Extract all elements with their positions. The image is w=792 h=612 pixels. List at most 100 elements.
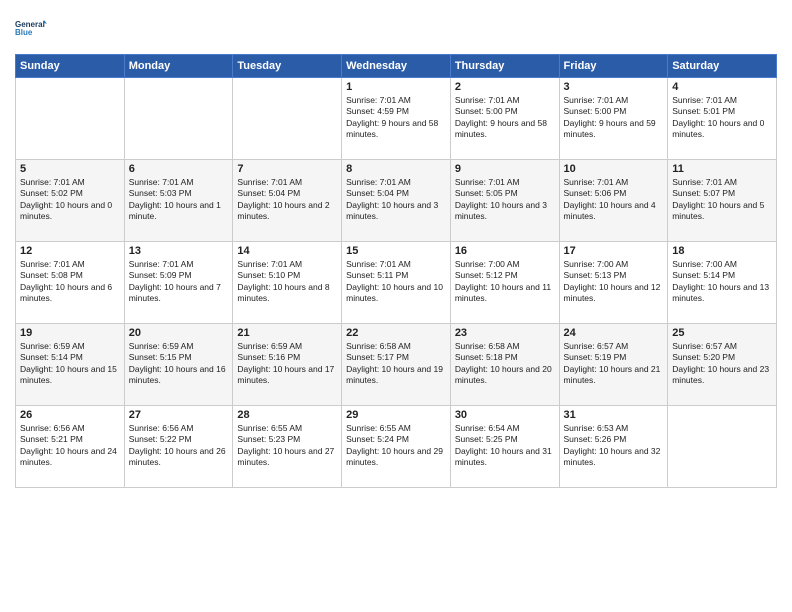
sunrise: Sunrise: 7:01 AM: [346, 95, 411, 105]
sunset: Sunset: 5:22 PM: [129, 434, 192, 444]
calendar-cell: 24Sunrise: 6:57 AMSunset: 5:19 PMDayligh…: [559, 324, 668, 406]
calendar-cell: 19 Sunrise: 6:59 AMSunset: 5:14 PM Dayligh…: [16, 324, 125, 406]
logo: General Blue: [15, 10, 47, 46]
sunset: Sunset: 5:19 PM: [564, 352, 627, 362]
daylight-hours: Daylight: 10 hours and 19 minutes.: [346, 364, 443, 385]
header-tuesday: Tuesday: [233, 55, 342, 78]
week-row-2: 5Sunrise: 7:01 AMSunset: 5:02 PMDaylight…: [16, 160, 777, 242]
cell-content: Sunrise: 7:01 AMSunset: 5:07 PMDaylight:…: [672, 177, 772, 223]
cell-content: Sunrise: 7:00 AMSunset: 5:13 PMDaylight:…: [564, 259, 664, 305]
day-number: 18: [672, 245, 772, 257]
calendar-cell: 3 Sunrise: 7:01 AMSunset: 5:00 PMDaylight…: [559, 78, 668, 160]
page: General Blue SundayMondayTuesdayWednesda…: [0, 0, 792, 612]
daylight-hours: Daylight: 10 hours and 3 minutes.: [346, 200, 438, 221]
daylight-hours: Daylight: 10 hours and 2 minutes.: [237, 200, 329, 221]
week-row-3: 12Sunrise: 7:01 AMSunset: 5:08 PMDayligh…: [16, 242, 777, 324]
daylight-hours: Daylight: 10 hours and 20 minutes.: [455, 364, 552, 385]
calendar-cell: 6Sunrise: 7:01 AMSunset: 5:03 PMDaylight…: [124, 160, 233, 242]
week-row-5: 26 Sunrise: 6:56 AMSunset: 5:21 PM Dayligh…: [16, 406, 777, 488]
daylight-hours: Daylight: 10 hours and 0 minutes.: [672, 118, 764, 139]
daylight-hours: Daylight: 10 hours and 32 minutes.: [564, 446, 661, 467]
day-number: 16: [455, 245, 555, 257]
cell-content: Sunrise: 6:55 AMSunset: 5:24 PMDaylight:…: [346, 423, 446, 469]
sunrise: Sunrise: 7:00 AM: [564, 259, 629, 269]
header-friday: Friday: [559, 55, 668, 78]
daylight-hours: Daylight: 10 hours and 1 minute.: [129, 200, 221, 221]
calendar-cell: 12Sunrise: 7:01 AMSunset: 5:08 PMDayligh…: [16, 242, 125, 324]
day-number: 21: [237, 327, 337, 339]
calendar-cell: 17Sunrise: 7:00 AMSunset: 5:13 PMDayligh…: [559, 242, 668, 324]
daylight-hours: Daylight: 9 hours and 59 minutes.: [564, 118, 656, 139]
daylight-hours: Daylight: 10 hours and 11 minutes.: [455, 282, 551, 303]
sunrise: Sunrise: 6:59 AM: [20, 341, 85, 351]
sunrise: Sunrise: 7:01 AM: [455, 177, 520, 187]
cell-content: Sunrise: 6:58 AMSunset: 5:17 PM Daylight:…: [346, 341, 446, 387]
sunset: Sunset: 5:21 PM: [20, 434, 83, 444]
sunset: Sunset: 5:20 PM: [672, 352, 735, 362]
sunset: Sunset: 5:15 PM: [129, 352, 192, 362]
calendar-cell: 1Sunrise: 7:01 AMSunset: 4:59 PMDaylight…: [342, 78, 451, 160]
cell-content: Sunrise: 6:54 AMSunset: 5:25 PMDaylight:…: [455, 423, 555, 469]
daylight-hours: Daylight: 10 hours and 10 minutes.: [346, 282, 443, 303]
sunrise: Sunrise: 7:00 AM: [672, 259, 737, 269]
calendar-cell: 23Sunrise: 6:58 AMSunset: 5:18 PMDayligh…: [450, 324, 559, 406]
cell-content: Sunrise: 7:01 AMSunset: 5:04 PMDaylight:…: [346, 177, 446, 223]
daylight-hours: Daylight: 10 hours and 5 minutes.: [672, 200, 764, 221]
sunset: Sunset: 5:24 PM: [346, 434, 409, 444]
sunset: Sunset: 5:01 PM: [672, 106, 735, 116]
sunrise: Sunrise: 7:01 AM: [129, 177, 194, 187]
day-number: 3: [564, 81, 664, 93]
sunrise: Sunrise: 6:58 AM: [346, 341, 411, 351]
sunset: Sunset: 5:06 PM: [564, 188, 627, 198]
sunrise: Sunrise: 6:54 AM: [455, 423, 520, 433]
cell-content: Sunrise: 7:01 AMSunset: 5:01 PM Daylight:…: [672, 95, 772, 141]
sunset: Sunset: 5:08 PM: [20, 270, 83, 280]
sunrise: Sunrise: 6:58 AM: [455, 341, 520, 351]
daylight-hours: Daylight: 10 hours and 16 minutes.: [129, 364, 226, 385]
sunrise: Sunrise: 7:01 AM: [672, 95, 737, 105]
calendar-header-row: SundayMondayTuesdayWednesdayThursdayFrid…: [16, 55, 777, 78]
sunset: Sunset: 5:14 PM: [672, 270, 735, 280]
calendar-table: SundayMondayTuesdayWednesdayThursdayFrid…: [15, 54, 777, 488]
day-number: 19: [20, 327, 120, 339]
cell-content: Sunrise: 6:55 AMSunset: 5:23 PMDaylight:…: [237, 423, 337, 469]
calendar-cell: [16, 78, 125, 160]
calendar-cell: 20Sunrise: 6:59 AMSunset: 5:15 PMDayligh…: [124, 324, 233, 406]
calendar-cell: 13Sunrise: 7:01 AMSunset: 5:09 PMDayligh…: [124, 242, 233, 324]
sunrise: Sunrise: 6:56 AM: [20, 423, 85, 433]
daylight-hours: Daylight: 10 hours and 29 minutes.: [346, 446, 443, 467]
cell-content: Sunrise: 7:00 AMSunset: 5:14 PMDaylight:…: [672, 259, 772, 305]
header-thursday: Thursday: [450, 55, 559, 78]
cell-content: Sunrise: 7:01 AMSunset: 5:00 PMDaylight:…: [455, 95, 555, 141]
day-number: 30: [455, 409, 555, 421]
calendar-cell: 28Sunrise: 6:55 AMSunset: 5:23 PMDayligh…: [233, 406, 342, 488]
cell-content: Sunrise: 7:01 AMSunset: 4:59 PMDaylight:…: [346, 95, 446, 141]
calendar-cell: [233, 78, 342, 160]
calendar-cell: 14Sunrise: 7:01 AMSunset: 5:10 PMDayligh…: [233, 242, 342, 324]
calendar-cell: 30 Sunrise: 6:54 AMSunset: 5:25 PMDayligh…: [450, 406, 559, 488]
calendar-cell: 18 Sunrise: 7:00 AMSunset: 5:14 PMDayligh…: [668, 242, 777, 324]
daylight-hours: Daylight: 10 hours and 27 minutes.: [237, 446, 334, 467]
cell-content: Sunrise: 7:01 AMSunset: 5:00 PMDaylight:…: [564, 95, 664, 141]
sunrise: Sunrise: 7:01 AM: [20, 177, 85, 187]
day-number: 9: [455, 163, 555, 175]
day-number: 26: [20, 409, 120, 421]
day-number: 6: [129, 163, 229, 175]
daylight-hours: Daylight: 10 hours and 3 minutes.: [455, 200, 547, 221]
cell-content: Sunrise: 7:01 AMSunset: 5:08 PMDaylight:…: [20, 259, 120, 305]
day-number: 8: [346, 163, 446, 175]
daylight-hours: Daylight: 10 hours and 12 minutes.: [564, 282, 661, 303]
sunset: Sunset: 5:14 PM: [20, 352, 83, 362]
calendar-cell: 31Sunrise: 6:53 AMSunset: 5:26 PMDayligh…: [559, 406, 668, 488]
cell-content: Sunrise: 7:01 AMSunset: 5:04 PMDaylight:…: [237, 177, 337, 223]
sunrise: Sunrise: 6:59 AM: [237, 341, 302, 351]
sunset: Sunset: 5:17 PM: [346, 352, 409, 362]
sunrise: Sunrise: 7:00 AM: [455, 259, 520, 269]
sunrise: Sunrise: 6:57 AM: [564, 341, 629, 351]
calendar-cell: 8 Sunrise: 7:01 AMSunset: 5:04 PMDaylight…: [342, 160, 451, 242]
sunset: Sunset: 5:00 PM: [455, 106, 518, 116]
sunrise: Sunrise: 7:01 AM: [672, 177, 737, 187]
day-number: 23: [455, 327, 555, 339]
daylight-hours: Daylight: 9 hours and 58 minutes.: [455, 118, 547, 139]
daylight-hours: Daylight: 10 hours and 15 minutes.: [20, 364, 117, 385]
